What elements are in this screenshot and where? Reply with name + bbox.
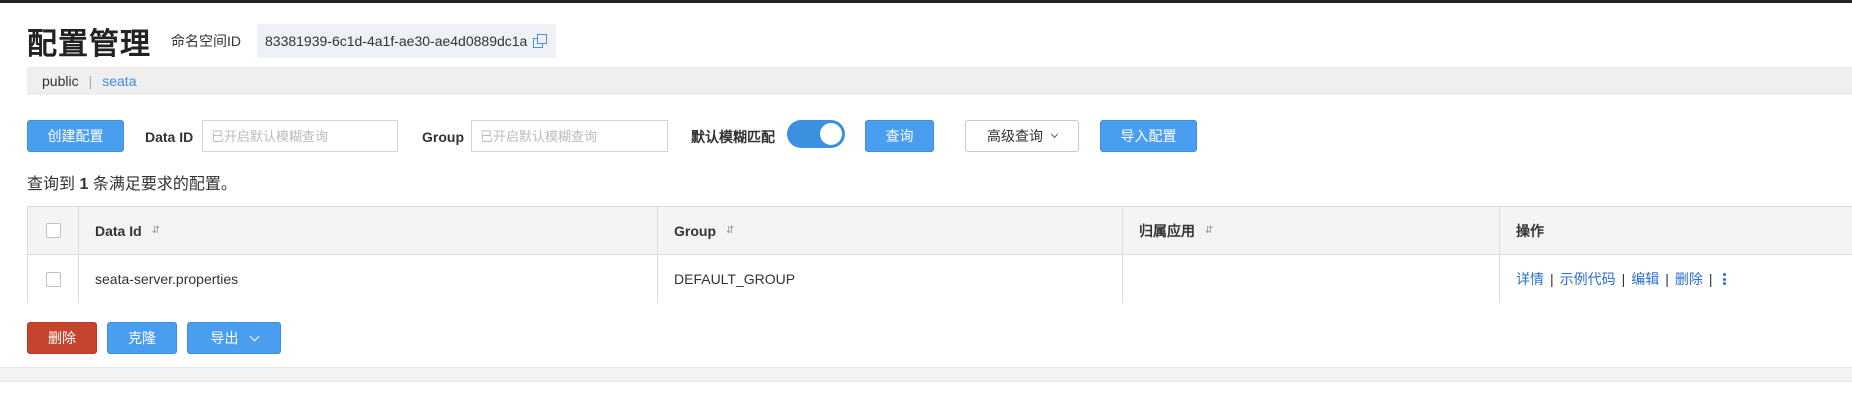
sort-icon[interactable]: ⇵ [152,225,160,236]
chevron-down-icon [1050,130,1059,138]
group-input[interactable] [471,120,668,152]
header-app-label: 归属应用 [1139,222,1195,239]
namespace-id-value: 83381939-6c1d-4a1f-ae30-ae4d0889dc1a [265,33,528,49]
sort-icon[interactable]: ⇵ [1205,225,1213,236]
config-table: Data Id ⇵ Group ⇵ 归属应用 ⇵ 操作 seata-server.pr… [27,206,1852,303]
top-border [0,0,1852,3]
result-prefix: 查询到 [27,176,76,193]
row-actions: 详情 | 示例代码 | 编辑 | 删除 | [1500,255,1852,303]
namespace-label: 命名空间ID [171,33,241,49]
table-header-row: Data Id ⇵ Group ⇵ 归属应用 ⇵ 操作 [28,207,1852,255]
import-config-button[interactable]: 导入配置 [1100,120,1197,152]
row-app [1123,255,1500,303]
detail-link[interactable]: 详情 [1516,269,1544,289]
result-suffix: 条满足要求的配置。 [92,176,237,193]
action-separator: | [1550,271,1554,287]
header-group-label: Group [674,222,716,239]
row-group: DEFAULT_GROUP [658,255,1123,303]
page-title: 配置管理 [27,28,151,61]
row-data-id: seata-server.properties [79,255,658,303]
group-label: Group [422,129,464,145]
table-row: seata-server.properties DEFAULT_GROUP 详情… [28,255,1852,303]
advanced-search-label: 高级查询 [987,128,1043,144]
search-button[interactable]: 查询 [865,120,934,152]
namespace-tab-public[interactable]: public [42,73,79,89]
export-label: 导出 [210,330,239,346]
namespace-separator: | [88,73,93,89]
fuzzy-match-label: 默认模糊匹配 [691,129,775,145]
page-header: 配置管理 命名空间ID 83381939-6c1d-4a1f-ae30-ae4d… [27,22,557,61]
action-separator: | [1665,271,1669,287]
namespace-switcher: public | seata [27,67,1852,95]
chevron-down-icon [249,331,259,341]
data-id-label: Data ID [145,129,194,145]
header-group[interactable]: Group ⇵ [658,207,1123,254]
more-vertical-icon[interactable] [1722,273,1726,285]
bulk-delete-button[interactable]: 删除 [27,322,97,354]
header-data-id[interactable]: Data Id ⇵ [79,207,658,254]
row-checkbox[interactable] [45,271,61,287]
result-summary: 查询到 1 条满足要求的配置。 [27,170,237,194]
create-config-button[interactable]: 创建配置 [27,120,124,152]
sample-code-link[interactable]: 示例代码 [1560,269,1616,289]
header-app[interactable]: 归属应用 ⇵ [1123,207,1500,254]
footer-band [0,367,1852,382]
fuzzy-match-toggle[interactable] [787,120,845,148]
action-separator: | [1708,271,1713,287]
search-toolbar: 创建配置 Data ID Group 默认模糊匹配 查询 高级查询 导入配置 [27,120,1852,154]
namespace-tab-seata[interactable]: seata [102,73,136,89]
row-checkbox-cell [28,255,79,303]
action-separator: | [1621,271,1626,287]
header-ops: 操作 [1500,207,1852,254]
result-count: 1 [79,176,89,193]
header-data-id-label: Data Id [95,222,142,239]
edit-link[interactable]: 编辑 [1631,269,1659,289]
select-all-checkbox[interactable] [45,223,61,238]
copy-icon[interactable] [532,33,548,49]
export-button[interactable]: 导出 [187,322,281,354]
advanced-search-button[interactable]: 高级查询 [965,120,1079,152]
header-ops-label: 操作 [1516,222,1544,239]
toggle-knob [820,123,842,145]
header-checkbox-cell [28,207,79,254]
sort-icon[interactable]: ⇵ [726,225,734,236]
data-id-input[interactable] [202,120,398,152]
bulk-actions: 删除 克隆 导出 [27,322,427,356]
clone-button[interactable]: 克隆 [107,322,177,354]
delete-link[interactable]: 删除 [1675,269,1703,289]
namespace-id-box: 83381939-6c1d-4a1f-ae30-ae4d0889dc1a [257,24,557,58]
